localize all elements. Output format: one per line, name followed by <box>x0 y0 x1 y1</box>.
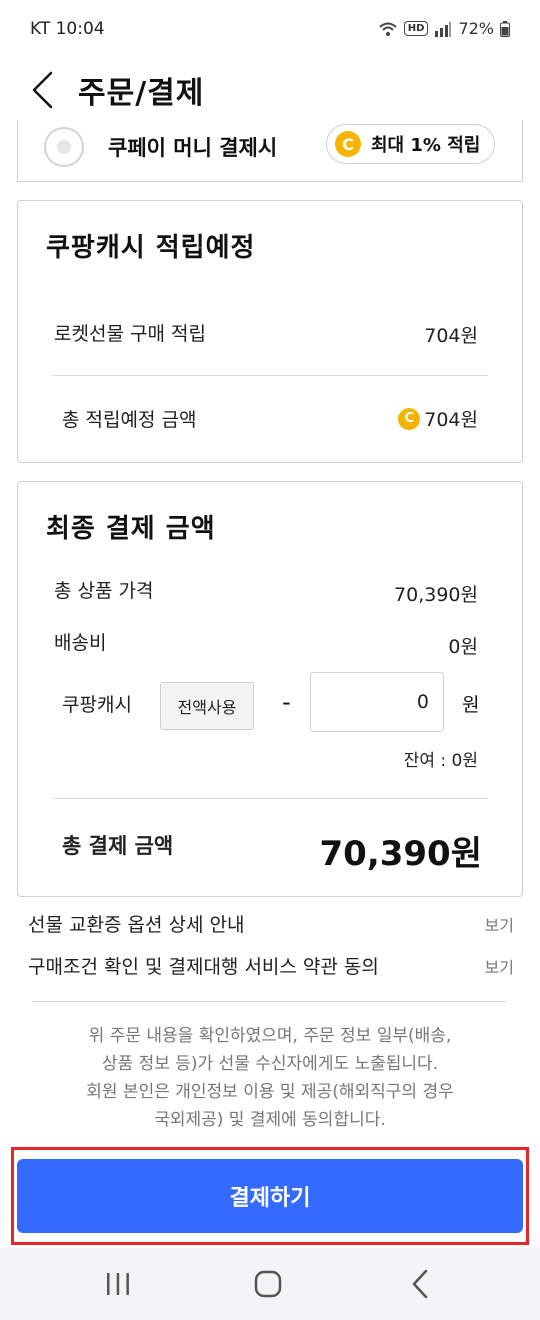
wifi-icon <box>379 22 397 36</box>
home-icon <box>254 1270 282 1298</box>
home-button[interactable] <box>238 1262 298 1306</box>
shipping-value: 0원 <box>448 636 478 658</box>
recent-apps-icon <box>107 1273 129 1295</box>
consent-notice-line: 상품 정보 등)가 선물 수신자에게도 노출됩니다. <box>101 1054 439 1074</box>
carrier-time: KT 10:04 <box>30 19 105 39</box>
system-nav-bar <box>0 1248 540 1320</box>
cash-unit: 원 <box>462 694 480 716</box>
consent-notice-line: 위 주문 내용을 확인하였으며, 주문 정보 일부(배송, <box>88 1026 452 1046</box>
coupay-option[interactable]: 쿠페이 머니 결제시 C 최대 1% 적립 <box>17 120 523 182</box>
coupang-cash-coin-icon: C <box>335 131 361 157</box>
rocket-gift-reward-label: 로켓선물 구매 적립 <box>54 323 206 345</box>
minus-sign: - <box>282 688 291 716</box>
reward-text: 최대 1% 적립 <box>371 135 481 156</box>
final-payment-card: 최종 결제 금액 총 상품 가격 70,390원 배송비 0원 쿠팡캐시 전액사… <box>17 481 523 897</box>
battery-icon <box>500 20 510 37</box>
divider <box>32 1001 506 1002</box>
divider <box>52 798 488 799</box>
rocket-gift-reward-value: 704원 <box>424 325 478 347</box>
product-total-value: 70,390원 <box>394 584 478 606</box>
total-payment-label: 총 결제 금액 <box>62 834 174 858</box>
terms-agreement-link[interactable]: 구매조건 확인 및 결제대행 서비스 약관 동의 보기 <box>28 946 514 986</box>
page-title: 주문/결제 <box>78 76 205 111</box>
cash-balance: 잔여 : 0원 <box>403 751 478 771</box>
total-reward-label: 총 적립예정 금액 <box>62 409 197 431</box>
gift-voucher-option-link[interactable]: 선물 교환증 옵션 상세 안내 보기 <box>28 904 514 944</box>
battery-percent: 72% <box>458 19 494 38</box>
app-header: 주문/결제 <box>0 60 540 120</box>
consent-notice-line: 국외제공) 및 결제에 동의합니다. <box>154 1110 386 1130</box>
pay-button[interactable]: 결제하기 <box>17 1159 523 1233</box>
system-back-button[interactable] <box>390 1262 450 1306</box>
shipping-label: 배송비 <box>54 632 107 654</box>
total-reward-value: 704원 <box>424 409 478 431</box>
chevron-left-icon <box>32 71 53 109</box>
coupang-cash-coin-icon: C <box>398 407 421 430</box>
coupang-cash-input[interactable] <box>310 672 444 732</box>
recent-apps-button[interactable] <box>88 1262 148 1306</box>
coupay-label: 쿠페이 머니 결제시 <box>108 136 278 160</box>
use-all-cash-button[interactable]: 전액사용 <box>160 682 254 730</box>
total-payment-amount: 70,390원 <box>319 834 482 874</box>
status-icons: HD 72% <box>378 19 510 38</box>
cash-reward-card: 쿠팡캐시 적립예정 로켓선물 구매 적립 704원 총 적립예정 금액 C 70… <box>17 200 523 463</box>
back-icon <box>412 1269 428 1299</box>
divider <box>52 375 488 376</box>
signal-icon <box>435 21 452 37</box>
reward-badge: C 최대 1% 적립 <box>326 124 496 164</box>
back-button[interactable] <box>22 66 62 114</box>
cash-reward-title: 쿠팡캐시 적립예정 <box>46 233 256 263</box>
consent-notice-line: 회원 본인은 개인정보 이용 및 제공(해외직구의 경우 <box>86 1082 454 1102</box>
product-total-label: 총 상품 가격 <box>54 580 154 602</box>
hd-badge: HD <box>403 21 429 36</box>
total-reward-value-group: C 704원 <box>398 405 478 432</box>
status-bar: KT 10:04 HD 72% <box>0 0 540 60</box>
gift-voucher-option-label: 선물 교환증 옵션 상세 안내 <box>28 914 245 936</box>
coupang-cash-label: 쿠팡캐시 <box>62 694 132 716</box>
consent-notice: 위 주문 내용을 확인하였으며, 주문 정보 일부(배송, 상품 정보 등)가 … <box>20 1022 520 1134</box>
coupay-radio[interactable] <box>44 127 84 167</box>
terms-agreement-label: 구매조건 확인 및 결제대행 서비스 약관 동의 <box>28 956 379 978</box>
terms-view-button[interactable]: 보기 <box>485 954 514 978</box>
final-payment-title: 최종 결제 금액 <box>46 514 216 544</box>
gift-voucher-view-button[interactable]: 보기 <box>485 912 514 936</box>
